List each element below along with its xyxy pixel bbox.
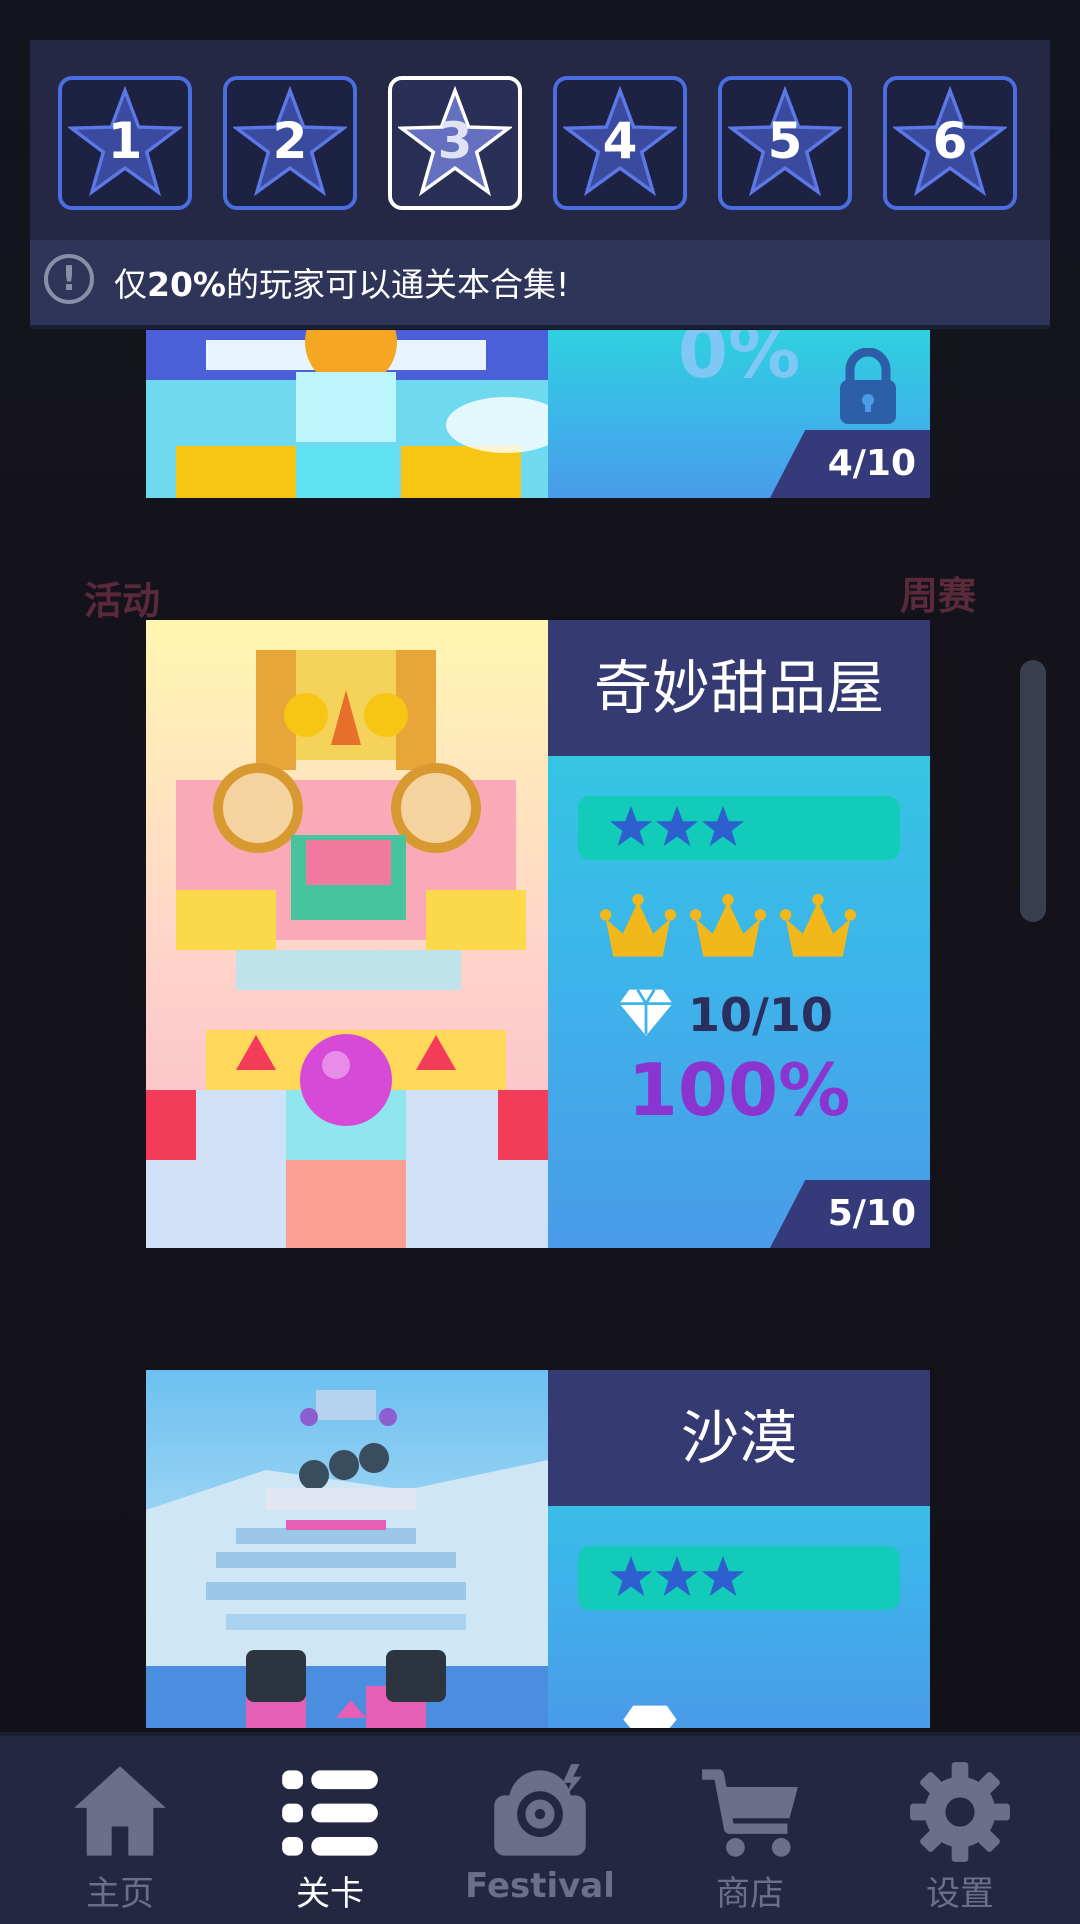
completion-notice: ! 仅20%的玩家可以通关本合集!	[30, 240, 1050, 325]
gear-icon	[910, 1762, 1010, 1862]
collection-tab-number: 5	[767, 112, 803, 170]
collection-selector: 1 2 3 4 5 6 ! 仅20%的玩家可以通关本合集!	[30, 40, 1050, 329]
collection-tab-number: 1	[107, 112, 143, 170]
star-icon	[701, 805, 745, 847]
nav-label: 设置	[926, 1874, 994, 1914]
diamond-icon	[619, 988, 673, 1036]
star-icon	[701, 1555, 745, 1597]
crown-icon	[600, 893, 676, 957]
collection-tab-1[interactable]: 1	[58, 76, 192, 210]
level-title: 奇妙甜品屋	[548, 620, 930, 756]
level-thumbnail	[146, 620, 548, 1248]
bg-label-events: 活动	[84, 579, 161, 623]
notice-prefix: 仅	[114, 265, 147, 304]
home-icon	[74, 1766, 166, 1856]
level-info: 沙漠	[548, 1370, 930, 1728]
exclamation-icon: !	[44, 254, 94, 304]
star-icon	[655, 1555, 699, 1597]
gem-counter: 10/10	[618, 984, 878, 1044]
nav-label: Festival	[465, 1866, 615, 1906]
bottom-nav: 主页 关卡 Festival 商店 设置	[0, 1732, 1080, 1924]
gem-count: 10/10	[688, 988, 833, 1042]
nav-levels[interactable]: 关卡	[222, 1736, 438, 1924]
level-info: 0% 4/10	[548, 330, 930, 498]
level-progress-badge: 4/10	[770, 430, 930, 498]
collection-tab-5[interactable]: 5	[718, 76, 852, 210]
level-progress-badge: 5/10	[770, 1180, 930, 1248]
notice-text: 仅20%的玩家可以通关本合集!	[114, 258, 569, 306]
collection-tab-3[interactable]: 3	[388, 76, 522, 210]
level-card-dessert-house[interactable]: 奇妙甜品屋 10/10 100% 5/10	[146, 620, 930, 1248]
notice-suffix: 的玩家可以通关本合集!	[226, 265, 570, 304]
lock-icon	[840, 348, 896, 424]
star-icon	[609, 805, 653, 847]
star-rating	[578, 1546, 900, 1610]
collection-tab-number: 6	[932, 112, 968, 170]
collection-tab-number: 4	[602, 112, 638, 170]
collection-tabs: 1 2 3 4 5 6	[58, 76, 1028, 216]
level-title: 沙漠	[548, 1370, 930, 1506]
diamond-icon	[623, 1705, 677, 1728]
crown-icon	[780, 893, 856, 957]
collection-tab-number: 3	[437, 112, 473, 170]
notice-highlight: 20%	[147, 265, 226, 304]
nav-settings[interactable]: 设置	[852, 1736, 1068, 1924]
nav-shop[interactable]: 商店	[642, 1736, 858, 1924]
collection-tab-6[interactable]: 6	[883, 76, 1017, 210]
star-rating	[578, 796, 900, 860]
nav-label: 主页	[86, 1874, 154, 1914]
level-card-locked[interactable]: 0% 4/10	[146, 330, 930, 498]
collection-tab-4[interactable]: 4	[553, 76, 687, 210]
level-thumbnail	[146, 1370, 548, 1728]
level-thumbnail	[146, 330, 548, 498]
crown-icon	[690, 893, 766, 957]
crown-rating	[600, 892, 880, 972]
collection-tab-2[interactable]: 2	[223, 76, 357, 210]
level-percent: 100%	[627, 1048, 851, 1132]
festival-icon	[494, 1764, 586, 1856]
level-card-desert[interactable]: 沙漠	[146, 1370, 930, 1728]
collection-tab-number: 2	[272, 112, 308, 170]
nav-label: 商店	[716, 1874, 784, 1914]
bg-label-weekly: 周赛	[900, 574, 977, 618]
level-info: 奇妙甜品屋 10/10 100% 5/10	[548, 620, 930, 1248]
nav-label: 关卡	[296, 1874, 364, 1914]
nav-festival[interactable]: Festival	[432, 1736, 648, 1924]
star-icon	[609, 1555, 653, 1597]
cart-icon	[702, 1769, 798, 1857]
star-icon	[655, 805, 699, 847]
scrollbar[interactable]	[1020, 660, 1046, 922]
list-icon	[282, 1770, 378, 1856]
nav-home[interactable]: 主页	[12, 1736, 228, 1924]
